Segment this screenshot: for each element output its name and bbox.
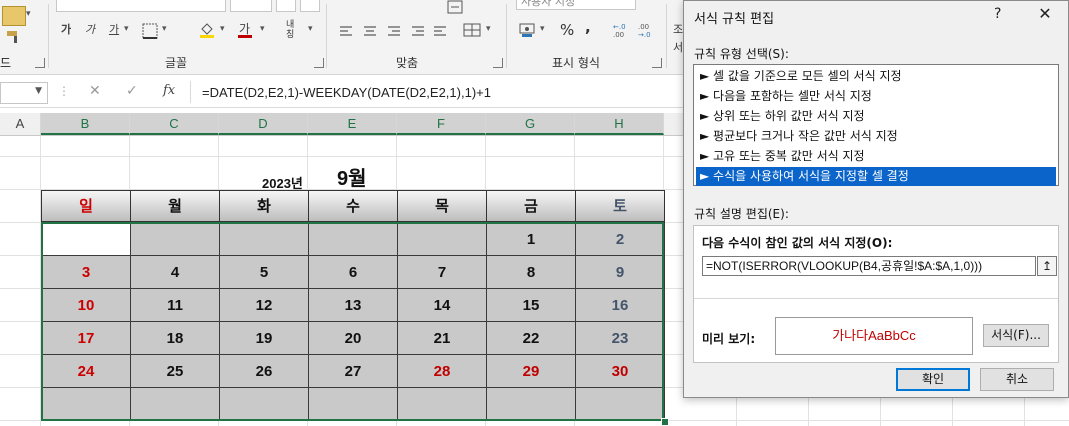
number-group-label: 표시 형식 xyxy=(552,56,600,70)
calendar-month[interactable]: 9월 xyxy=(337,162,367,191)
svg-text:→.0: →.0 xyxy=(638,31,651,39)
chevron-down-icon[interactable]: ▾ xyxy=(26,9,31,19)
rule-type-item[interactable]: ► 상위 또는 하위 값만 서식 지정 xyxy=(696,107,1056,126)
panel-divider xyxy=(694,298,1058,299)
column-header-f[interactable]: F xyxy=(397,113,486,135)
preview-sample: 가나다AaBbCc xyxy=(775,317,973,355)
italic-button[interactable]: 가 xyxy=(82,20,98,40)
dialog-title: 서식 규칙 편집 xyxy=(694,12,775,27)
align-buttons xyxy=(338,24,448,40)
rule-type-item[interactable]: ► 셀 값을 기준으로 모든 셀의 서식 지정 xyxy=(696,67,1056,86)
weekday-header[interactable]: 금 xyxy=(486,190,576,222)
accounting-format-icon[interactable] xyxy=(518,21,538,39)
font-name-combo[interactable] xyxy=(56,0,226,12)
decrease-decimal-icon[interactable]: .00 →.0 xyxy=(636,21,656,39)
chevron-down-icon[interactable]: ▾ xyxy=(220,24,225,34)
rule-type-item[interactable]: ► 수식을 사용하여 서식을 지정할 셀 결정 xyxy=(696,167,1056,186)
font-shrink-button[interactable] xyxy=(300,0,320,12)
rule-type-label: 규칙 유형 선택(S): xyxy=(694,47,789,61)
column-header-a[interactable]: A xyxy=(0,113,41,135)
preview-label: 미리 보기: xyxy=(702,332,756,346)
font-grow-button[interactable] xyxy=(276,0,296,12)
insert-function-icon[interactable]: fx xyxy=(163,83,175,98)
svg-text:.00: .00 xyxy=(613,31,624,39)
ribbon-separator xyxy=(666,4,667,68)
number-format-combo[interactable]: 사용자 지정 xyxy=(516,0,636,10)
rule-formula-input[interactable]: =NOT(ISERROR(VLOOKUP(B4,공휴일!$A:$A,1,0))) xyxy=(702,256,1036,276)
close-icon[interactable]: ✕ xyxy=(1034,4,1056,23)
enter-icon[interactable]: ✓ xyxy=(126,83,138,99)
weekday-header[interactable]: 화 xyxy=(219,190,309,222)
formula-title: 다음 수식이 참인 값의 서식 지정(O): xyxy=(702,236,893,250)
column-header-d[interactable]: D xyxy=(219,113,308,135)
column-header-b[interactable]: B xyxy=(41,113,130,135)
chevron-down-icon[interactable]: ▼ xyxy=(35,86,42,96)
rule-type-item[interactable]: ► 다음을 포함하는 셀만 서식 지정 xyxy=(696,87,1056,106)
phonetic-button[interactable]: 내칭 xyxy=(286,20,302,40)
font-color-icon[interactable]: 가 xyxy=(236,20,256,40)
ribbon-separator xyxy=(48,4,49,68)
svg-text:.00: .00 xyxy=(638,23,649,31)
formula-separator xyxy=(190,81,191,103)
column-header-c[interactable]: C xyxy=(130,113,219,135)
selection-range xyxy=(41,222,664,421)
chevron-down-icon[interactable]: ▾ xyxy=(308,24,313,34)
column-header-h[interactable]: H xyxy=(575,113,664,135)
formula-input[interactable]: =DATE(D2,E2,1)-WEEKDAY(DATE(D2,E2,1),1)+… xyxy=(202,85,491,100)
chevron-down-icon[interactable]: ▾ xyxy=(486,24,491,34)
conditional-format-label[interactable]: 조 xyxy=(673,21,683,37)
chevron-down-icon[interactable]: ▾ xyxy=(540,24,545,34)
weekday-header[interactable]: 목 xyxy=(397,190,487,222)
help-icon[interactable]: ? xyxy=(994,6,1001,22)
rule-description-panel: 다음 수식이 참인 값의 서식 지정(O): =NOT(ISERROR(VLOO… xyxy=(693,225,1059,363)
rule-type-list[interactable]: ► 셀 값을 기준으로 모든 셀의 서식 지정 ► 다음을 포함하는 셀만 서식 … xyxy=(693,64,1059,186)
percent-button[interactable]: % xyxy=(560,21,574,39)
format-painter-icon[interactable] xyxy=(6,30,22,44)
number-launcher-icon[interactable] xyxy=(652,58,662,68)
font-group-label: 글꼴 xyxy=(165,56,188,70)
bold-button[interactable]: 가 xyxy=(58,20,74,40)
font-launcher-icon[interactable] xyxy=(314,58,324,68)
wrap-text-icon[interactable] xyxy=(446,0,466,16)
ok-button[interactable]: 확인 xyxy=(896,368,970,391)
grip-icon: ⋮ xyxy=(58,84,70,98)
border-icon[interactable] xyxy=(142,23,158,39)
cancel-button[interactable]: 취소 xyxy=(980,368,1054,391)
merge-center-icon[interactable] xyxy=(463,22,483,40)
font-size-combo[interactable] xyxy=(230,0,272,12)
paste-icon[interactable] xyxy=(2,6,26,26)
cancel-icon[interactable]: ✕ xyxy=(89,83,101,99)
format-button[interactable]: 서식(F)... xyxy=(983,324,1049,347)
clipboard-launcher-icon[interactable] xyxy=(35,58,45,68)
rule-type-item[interactable]: ► 고유 또는 중복 값만 서식 지정 xyxy=(696,147,1056,166)
column-header-g[interactable]: G xyxy=(486,113,575,135)
align-group-label: 맞춤 xyxy=(396,56,419,70)
comma-button[interactable]: , xyxy=(585,18,591,36)
svg-text:가: 가 xyxy=(239,22,250,36)
align-launcher-icon[interactable] xyxy=(493,58,503,68)
format-table-label[interactable]: 서 xyxy=(673,39,683,55)
chevron-down-icon[interactable]: ▾ xyxy=(124,24,129,34)
name-box[interactable]: ▼ xyxy=(0,82,48,104)
chevron-down-icon[interactable]: ▾ xyxy=(162,24,167,34)
fill-color-icon[interactable] xyxy=(198,21,218,39)
rule-edit-label: 규칙 설명 편집(E): xyxy=(694,207,789,221)
weekday-header[interactable]: 수 xyxy=(308,190,398,222)
increase-decimal-icon[interactable]: ←.0.00 xyxy=(611,21,631,39)
weekday-header[interactable]: 월 xyxy=(130,190,220,222)
weekday-header[interactable]: 토 xyxy=(575,190,665,222)
edit-format-rule-dialog: 서식 규칙 편집 ? ✕ 규칙 유형 선택(S): ► 셀 값을 기준으로 모든… xyxy=(683,0,1069,398)
ribbon-separator xyxy=(506,4,507,68)
svg-text:←.0: ←.0 xyxy=(613,23,626,31)
rule-type-item[interactable]: ► 평균보다 크거나 작은 값만 서식 지정 xyxy=(696,127,1056,146)
underline-button[interactable]: 가 xyxy=(106,20,122,40)
collapse-dialog-icon[interactable]: ↥ xyxy=(1037,256,1057,276)
clipboard-group-label: 드 xyxy=(0,56,12,70)
column-header-e[interactable]: E xyxy=(308,113,397,135)
ribbon-separator xyxy=(326,4,327,68)
fill-handle[interactable] xyxy=(661,418,669,426)
chevron-down-icon[interactable]: ▾ xyxy=(260,24,265,34)
weekday-header[interactable]: 일 xyxy=(41,190,131,222)
